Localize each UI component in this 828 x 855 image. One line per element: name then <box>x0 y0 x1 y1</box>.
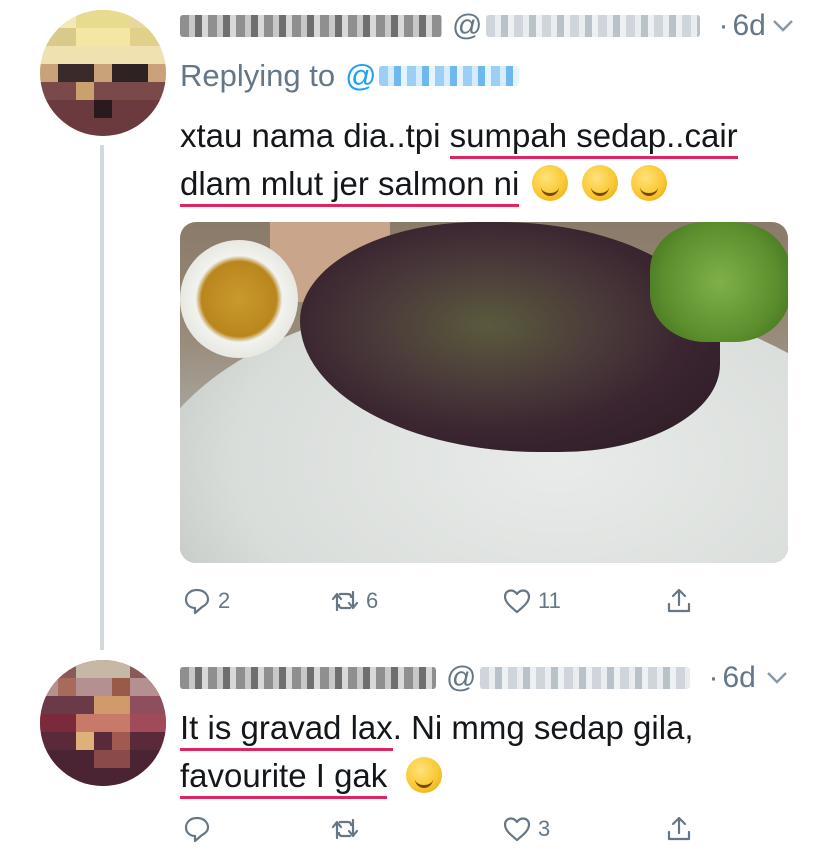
heart-icon <box>503 817 531 842</box>
tweet-text: It is gravad lax. Ni mmg sedap gila, fav… <box>180 704 694 800</box>
tweet-text-plain: xtau nama dia..tpi <box>180 117 450 154</box>
tweet-text-underlined: It is gravad lax <box>180 709 393 751</box>
sauce-bowl-shape <box>180 240 298 358</box>
time-separator: · <box>708 661 719 694</box>
avatar[interactable] <box>40 10 166 136</box>
drooling-face-icon <box>581 165 618 201</box>
retweet-button[interactable] <box>330 814 366 844</box>
like-button[interactable]: 3 <box>502 814 550 844</box>
chevron-down-icon[interactable] <box>772 14 794 40</box>
handle-at-symbol: @ <box>446 661 477 694</box>
tweet-actions: 3 <box>180 814 720 854</box>
display-name-redacted[interactable] <box>180 15 442 37</box>
retweet-icon <box>331 590 359 612</box>
tweet-text-underlined: favourite I gak <box>180 757 388 799</box>
mention-redacted[interactable] <box>378 66 519 86</box>
handle-redacted[interactable] <box>486 15 701 37</box>
reply-count: 2 <box>218 588 231 613</box>
share-icon <box>667 816 691 841</box>
tweet-photo[interactable] <box>180 222 788 563</box>
timestamp[interactable]: 6d <box>722 661 755 695</box>
tweet-actions: 2 6 11 <box>180 586 720 626</box>
like-count: 11 <box>538 588 561 613</box>
retweet-icon <box>331 818 359 840</box>
tweet-text-plain: . Ni mmg sedap gila, <box>392 709 694 746</box>
like-button[interactable]: 11 <box>502 586 561 616</box>
reply-icon <box>184 816 210 843</box>
reply-button[interactable] <box>182 814 218 844</box>
tweet-text: xtau nama dia..tpi sumpah sedap..cair dl… <box>180 112 738 208</box>
handle-at-symbol: @ <box>452 9 483 42</box>
thread-connector-line <box>100 145 104 650</box>
tweet-header: @ · 6d <box>180 6 766 46</box>
like-count: 3 <box>538 816 551 841</box>
grinning-face-icon <box>406 757 443 793</box>
replying-to-label: Replying to <box>180 58 336 93</box>
drooling-face-icon <box>630 165 667 201</box>
reply-button[interactable]: 2 <box>182 586 230 616</box>
display-name-redacted[interactable] <box>180 667 436 689</box>
tweet-header: @ · 6d <box>180 658 756 698</box>
retweet-count: 6 <box>366 588 379 613</box>
reply-icon <box>184 588 210 615</box>
share-button[interactable] <box>664 814 694 844</box>
replying-to-line: Replying to @ <box>180 58 529 94</box>
handle-redacted[interactable] <box>480 667 691 689</box>
avatar[interactable] <box>40 660 166 786</box>
replying-to-mention[interactable]: @ <box>345 58 376 94</box>
heart-icon <box>503 589 531 614</box>
retweet-button[interactable]: 6 <box>330 586 378 616</box>
tweet-text-underlined: sumpah sedap..cair <box>449 117 738 159</box>
share-button[interactable] <box>664 586 694 616</box>
green-lettuce-shape <box>650 222 788 342</box>
chevron-down-icon[interactable] <box>766 666 788 692</box>
share-icon <box>667 588 691 613</box>
timestamp[interactable]: 6d <box>732 9 765 43</box>
face-savoring-food-icon <box>532 165 569 201</box>
time-separator: · <box>718 9 729 42</box>
tweet-text-underlined: dlam mlut jer salmon ni <box>180 165 520 207</box>
